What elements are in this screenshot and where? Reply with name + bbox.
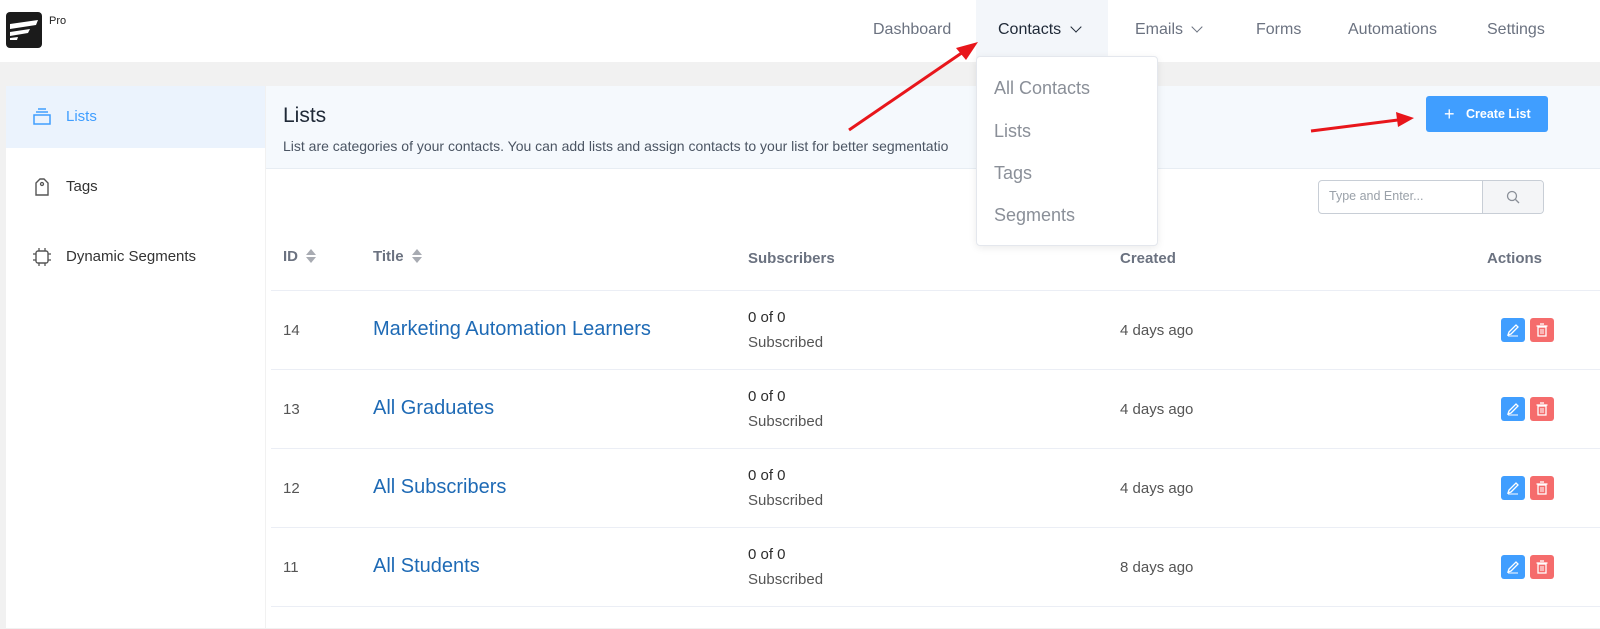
row-id: 13 xyxy=(283,401,300,418)
table-row: 13 All Graduates 0 of 0 Subscribed 4 day… xyxy=(271,369,1600,449)
header-label: Title xyxy=(373,248,404,265)
chip-icon xyxy=(33,248,51,266)
table-row xyxy=(271,606,1600,629)
pencil-icon xyxy=(1506,403,1519,416)
lists-panel: Lists List are categories of your contac… xyxy=(266,86,1600,628)
column-header-title[interactable]: Title xyxy=(373,248,422,265)
create-list-button[interactable]: + Create List xyxy=(1426,96,1548,132)
subscriber-label: Subscribed xyxy=(748,334,824,351)
subscriber-count: 0 of 0 xyxy=(748,309,786,326)
edit-button[interactable] xyxy=(1501,476,1525,500)
nav-forms[interactable]: Forms xyxy=(1256,0,1301,60)
subscriber-label: Subscribed xyxy=(748,492,824,509)
sort-icon[interactable] xyxy=(411,248,422,264)
contacts-dropdown-menu: All Contacts Lists Tags Segments xyxy=(976,56,1158,246)
app-logo[interactable] xyxy=(6,12,42,48)
trash-icon xyxy=(1536,402,1548,416)
table-row: 14 Marketing Automation Learners 0 of 0 … xyxy=(271,290,1600,370)
tag-icon xyxy=(35,178,49,196)
stack-icon xyxy=(33,108,51,125)
page-title: Lists xyxy=(283,104,327,127)
plus-icon: + xyxy=(1444,104,1455,124)
list-title-link[interactable]: Marketing Automation Learners xyxy=(373,318,651,341)
list-title-link[interactable]: All Subscribers xyxy=(373,476,506,499)
delete-button[interactable] xyxy=(1530,318,1554,342)
created-date: 4 days ago xyxy=(1120,322,1194,339)
subscriber-count: 0 of 0 xyxy=(748,388,786,405)
column-header-actions: Actions xyxy=(1487,250,1543,267)
subscriber-count: 0 of 0 xyxy=(748,467,786,484)
dropdown-item-segments[interactable]: Segments xyxy=(994,205,1075,226)
pencil-icon xyxy=(1506,561,1519,574)
trash-icon xyxy=(1536,481,1548,495)
pencil-icon xyxy=(1506,324,1519,337)
delete-button[interactable] xyxy=(1530,555,1554,579)
created-date: 8 days ago xyxy=(1120,559,1194,576)
chevron-down-icon xyxy=(1062,0,1082,60)
dropdown-item-all-contacts[interactable]: All Contacts xyxy=(994,78,1090,99)
column-header-created: Created xyxy=(1120,250,1176,267)
search-input[interactable] xyxy=(1319,181,1491,211)
search-icon xyxy=(1506,190,1520,204)
chevron-down-icon xyxy=(1191,21,1203,33)
pencil-icon xyxy=(1506,482,1519,495)
sidebar-item-dynamic-segments[interactable]: Dynamic Segments xyxy=(6,226,265,288)
delete-button[interactable] xyxy=(1530,476,1554,500)
logo-mark-icon xyxy=(10,20,38,40)
nav-dashboard[interactable]: Dashboard xyxy=(873,0,951,60)
table-row: 11 All Students 0 of 0 Subscribed 8 days… xyxy=(271,527,1600,607)
header-label: ID xyxy=(283,248,298,265)
nav-emails[interactable]: Emails xyxy=(1135,0,1203,60)
top-navigation-bar: Pro Dashboard Contacts Emails Forms Auto… xyxy=(0,0,1600,62)
nav-contacts-label: Contacts xyxy=(998,21,1062,38)
nav-automations[interactable]: Automations xyxy=(1348,0,1437,60)
search-box xyxy=(1318,180,1544,214)
subscriber-label: Subscribed xyxy=(748,413,824,430)
panel-header: Lists List are categories of your contac… xyxy=(266,86,1600,169)
edit-button[interactable] xyxy=(1501,397,1525,421)
page-description: List are categories of your contacts. Yo… xyxy=(283,138,949,154)
edit-button[interactable] xyxy=(1501,318,1525,342)
column-header-subscribers: Subscribers xyxy=(748,250,835,267)
nav-emails-label: Emails xyxy=(1135,21,1184,38)
sidebar-item-label: Tags xyxy=(66,178,98,195)
created-date: 4 days ago xyxy=(1120,401,1194,418)
edit-button[interactable] xyxy=(1501,555,1525,579)
sort-icon[interactable] xyxy=(306,248,316,264)
created-date: 4 days ago xyxy=(1120,480,1194,497)
dropdown-item-tags[interactable]: Tags xyxy=(994,163,1032,184)
sidebar-item-label: Lists xyxy=(66,108,97,125)
row-id: 11 xyxy=(283,559,299,576)
delete-button[interactable] xyxy=(1530,397,1554,421)
trash-icon xyxy=(1536,560,1548,574)
pro-badge: Pro xyxy=(49,15,67,27)
trash-icon xyxy=(1536,323,1548,337)
sidebar-item-label: Dynamic Segments xyxy=(66,248,197,265)
create-list-label: Create List xyxy=(1466,107,1531,121)
subscriber-label: Subscribed xyxy=(748,571,824,588)
row-id: 14 xyxy=(283,322,300,339)
subscriber-count: 0 of 0 xyxy=(748,546,786,563)
list-title-link[interactable]: All Students xyxy=(373,555,480,578)
column-header-id[interactable]: ID xyxy=(283,248,316,265)
nav-settings[interactable]: Settings xyxy=(1487,0,1545,60)
sidebar: Lists Tags Dynamic Segments xyxy=(6,86,265,628)
row-id: 12 xyxy=(283,480,300,497)
dropdown-item-lists[interactable]: Lists xyxy=(994,121,1031,142)
sidebar-item-lists[interactable]: Lists xyxy=(6,86,265,148)
list-title-link[interactable]: All Graduates xyxy=(373,397,494,420)
sidebar-item-tags[interactable]: Tags xyxy=(6,156,265,218)
nav-contacts[interactable]: Contacts xyxy=(976,0,1108,60)
search-button[interactable] xyxy=(1482,181,1543,213)
table-row: 12 All Subscribers 0 of 0 Subscribed 4 d… xyxy=(271,448,1600,528)
